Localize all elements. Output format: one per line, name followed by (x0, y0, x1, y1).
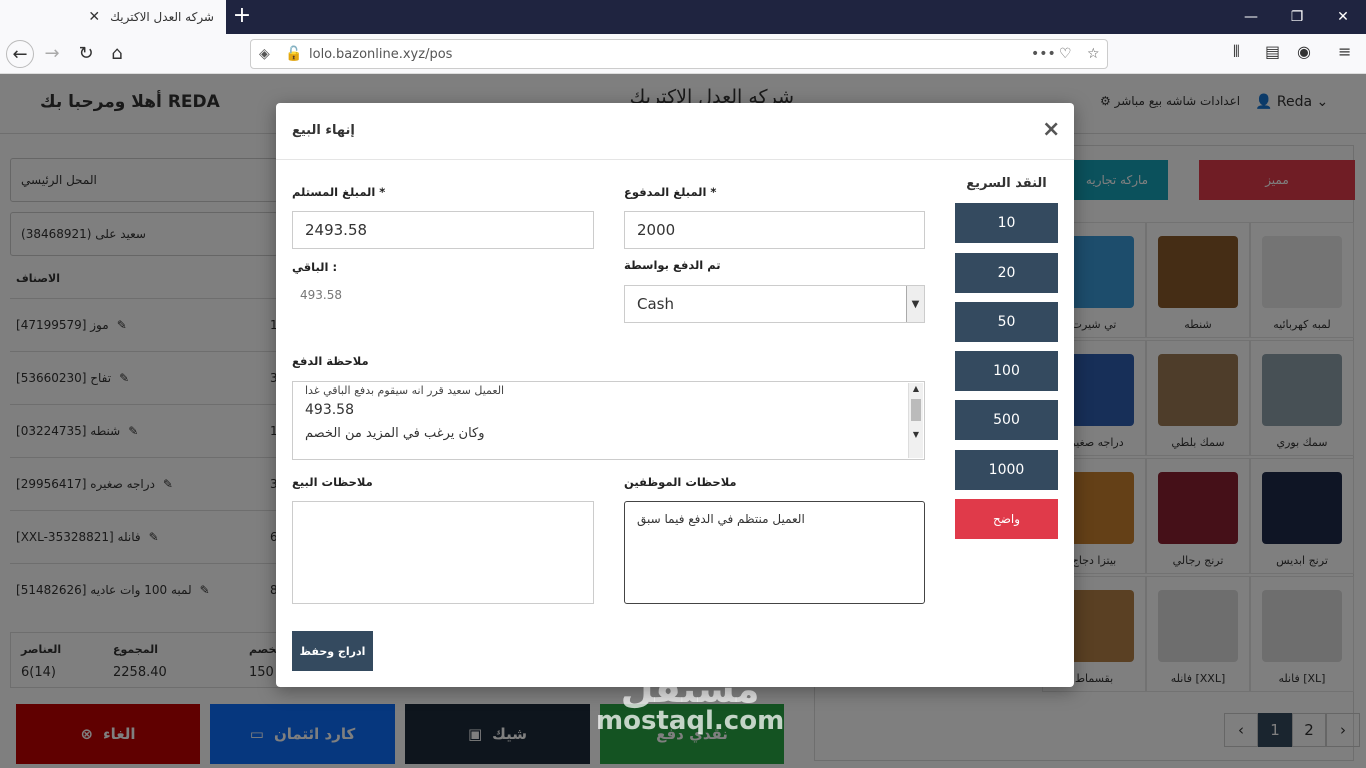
restore-icon[interactable]: ❐ (1282, 6, 1312, 28)
staff-notes-value: العميل منتظم في الدفع فيما سبق (637, 512, 805, 526)
scroll-up-icon[interactable]: ▲ (909, 383, 923, 395)
paid-label: * المبلغ المدفوع (624, 185, 717, 199)
shield-icon[interactable]: ◈ (259, 40, 270, 68)
save-and-insert-label: ادراج وحفظ (299, 644, 366, 658)
url-text[interactable]: lolo.bazonline.xyz/pos (309, 47, 452, 62)
save-and-insert-button[interactable]: ادراج وحفظ (292, 631, 373, 671)
payment-method-value: Cash (637, 295, 674, 313)
payment-note-line-1: العميل سعيد قرر انه سيقوم بدفع الباقي غد… (305, 384, 505, 397)
received-label: * المبلغ المستلم (292, 185, 386, 199)
browser-tab[interactable]: ✕ شركه العدل الاكتريك (0, 0, 226, 34)
modal-header: إنهاء البيع × (276, 103, 1074, 160)
quick-cash-label: 20 (997, 265, 1016, 281)
select-chevron-icon: ▼ (906, 286, 924, 322)
paid-amount-input[interactable]: 2000 (624, 211, 925, 249)
forward-icon[interactable]: → (38, 40, 66, 68)
sale-notes-textarea[interactable] (292, 501, 594, 604)
more-actions-icon[interactable]: ••• (1031, 40, 1056, 68)
staff-notes-textarea[interactable]: العميل منتظم في الدفع فيما سبق (624, 501, 925, 604)
library-icon[interactable]: ⫴ (1233, 42, 1240, 62)
quick-cash-label: 50 (997, 314, 1016, 330)
quick-cash-500-button[interactable]: 500 (955, 400, 1058, 440)
window-close-icon[interactable]: ✕ (1328, 6, 1358, 28)
bookmark-star-icon[interactable]: ☆ (1087, 40, 1100, 68)
minimize-icon[interactable]: — (1236, 6, 1266, 28)
quick-cash-title: النقد السريع (966, 176, 1047, 191)
payment-method-label: تم الدفع بواسطة (624, 258, 721, 272)
quick-cash-label: 10 (997, 215, 1016, 231)
finish-sale-modal: إنهاء البيع × * المبلغ المستلم 2493.58 *… (276, 103, 1074, 687)
payment-note-line-2: 493.58 (305, 402, 354, 418)
textarea-scrollbar[interactable]: ▲ ▼ (908, 383, 923, 458)
quick-cash-20-button[interactable]: 20 (955, 253, 1058, 293)
remaining-label: : الباقي (292, 260, 338, 274)
paid-amount-value: 2000 (637, 221, 676, 239)
received-amount-value: 2493.58 (305, 221, 368, 239)
clear-button[interactable]: واضح (955, 499, 1058, 539)
quick-cash-10-button[interactable]: 10 (955, 203, 1058, 243)
payment-note-line-3: وكان يرغب في المزيد من الخصم (305, 426, 485, 441)
back-icon[interactable]: ← (6, 40, 34, 68)
clear-label: واضح (992, 512, 1021, 526)
watermark-en: mostaql.com (596, 706, 785, 736)
new-tab-icon[interactable]: + (230, 4, 254, 30)
account-icon[interactable]: ◉ (1297, 42, 1311, 61)
reload-icon[interactable]: ↻ (72, 40, 100, 68)
staff-notes-label: ملاحظات الموظفين (624, 475, 737, 489)
pocket-icon[interactable]: ♡ (1059, 40, 1072, 68)
sidebar-icon[interactable]: ▤ (1265, 42, 1280, 61)
quick-cash-1000-button[interactable]: 1000 (955, 450, 1058, 490)
modal-title: إنهاء البيع (292, 123, 355, 138)
scroll-thumb[interactable] (911, 399, 921, 421)
modal-close-button[interactable]: × (1042, 117, 1060, 142)
browser-tab-bar: ✕ شركه العدل الاكتريك + — ❐ ✕ (0, 0, 1366, 34)
scroll-down-icon[interactable]: ▼ (909, 429, 923, 441)
payment-note-label: ملاحظة الدفع (292, 354, 369, 368)
payment-note-textarea[interactable]: العميل سعيد قرر انه سيقوم بدفع الباقي غد… (292, 381, 925, 460)
insecure-lock-icon[interactable]: 🔓 (285, 40, 302, 68)
menu-icon[interactable]: ≡ (1338, 42, 1351, 61)
quick-cash-label: 1000 (988, 462, 1025, 478)
quick-cash-50-button[interactable]: 50 (955, 302, 1058, 342)
home-icon[interactable]: ⌂ (103, 40, 131, 68)
url-bar[interactable]: ◈ 🔓 lolo.bazonline.xyz/pos ••• ♡ ☆ (250, 39, 1108, 69)
quick-cash-label: 100 (993, 363, 1020, 379)
tab-close-icon[interactable]: ✕ (88, 9, 100, 25)
quick-cash-100-button[interactable]: 100 (955, 351, 1058, 391)
tab-title: شركه العدل الاكتريك (110, 10, 214, 24)
received-amount-input[interactable]: 2493.58 (292, 211, 594, 249)
payment-method-select[interactable]: Cash ▼ (624, 285, 925, 323)
remaining-value: 493.58 (300, 288, 342, 302)
quick-cash-label: 500 (993, 412, 1020, 428)
sale-notes-label: ملاحظات البيع (292, 475, 373, 489)
browser-nav-bar: ← → ↻ ⌂ ◈ 🔓 lolo.bazonline.xyz/pos ••• ♡… (0, 34, 1366, 74)
